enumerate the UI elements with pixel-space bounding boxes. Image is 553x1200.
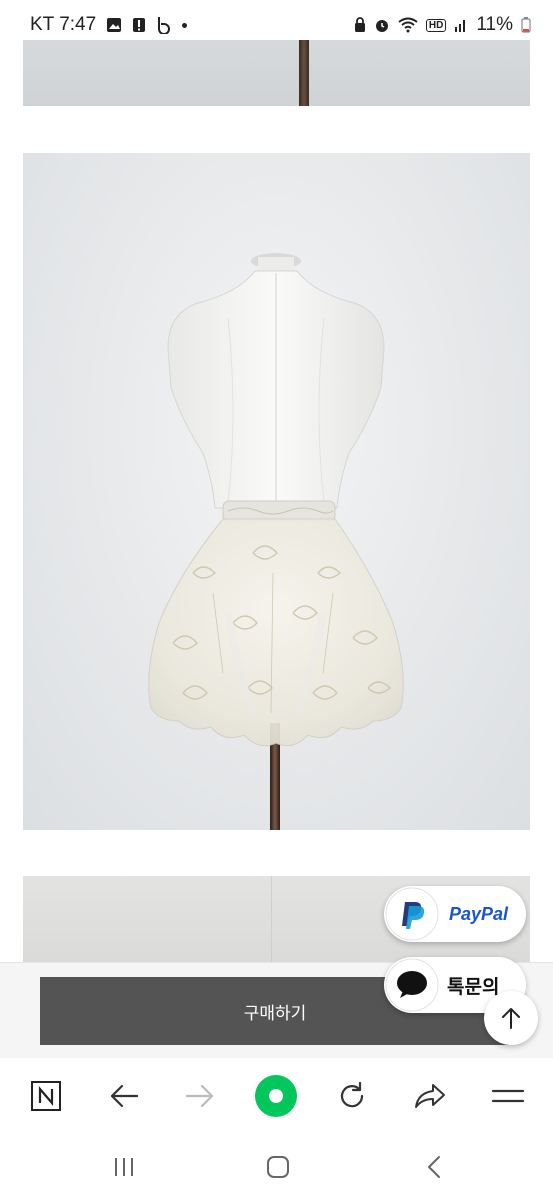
menu-icon — [491, 1089, 525, 1103]
battery-percent: 11% — [476, 14, 513, 35]
status-left: KT 7:47 — [30, 14, 188, 36]
mannequin-skirt-image — [148, 253, 404, 830]
gallery-icon — [107, 18, 122, 32]
green-dot-button[interactable] — [252, 1072, 300, 1120]
product-photo-top — [23, 40, 530, 106]
forward-button[interactable] — [176, 1072, 224, 1120]
status-right: HD 11% — [354, 14, 531, 36]
android-navigation-bar — [0, 1134, 553, 1200]
hd-badge: HD — [425, 18, 447, 32]
paypal-label: PayPal — [449, 903, 509, 924]
back-button[interactable] — [100, 1072, 148, 1120]
home-button[interactable] — [254, 1146, 302, 1188]
back-arrow-icon — [110, 1084, 139, 1108]
battery-icon — [521, 17, 531, 33]
browser-toolbar — [0, 1058, 553, 1134]
notification-dot-icon — [182, 22, 188, 28]
system-back-button[interactable] — [410, 1146, 458, 1188]
share-icon — [415, 1084, 445, 1108]
share-button[interactable] — [406, 1072, 454, 1120]
scroll-to-top-button[interactable] — [484, 991, 538, 1045]
alert-icon — [133, 18, 146, 32]
carrier-time: KT 7:47 — [30, 14, 97, 35]
buy-button-label: 구매하기 — [243, 1003, 307, 1023]
product-photo-main — [23, 153, 530, 830]
chat-bubble-icon — [385, 958, 439, 1012]
refresh-icon — [340, 1081, 364, 1108]
forward-arrow-icon — [185, 1084, 214, 1108]
menu-button[interactable] — [484, 1072, 532, 1120]
alarm-icon — [375, 20, 388, 32]
band-icon — [158, 17, 171, 34]
wifi-icon — [398, 17, 418, 33]
back-icon — [428, 1156, 440, 1178]
arrow-up-icon — [502, 1008, 520, 1029]
home-icon — [267, 1156, 289, 1178]
refresh-button[interactable] — [328, 1072, 376, 1120]
green-dot-icon — [255, 1075, 297, 1117]
recent-apps-button[interactable] — [100, 1146, 148, 1188]
naver-home-button[interactable] — [22, 1072, 70, 1120]
signal-icon — [455, 20, 466, 32]
recent-apps-icon — [115, 1158, 133, 1176]
lock-icon — [354, 17, 365, 32]
talk-inquiry-label: 톡문의 — [447, 976, 500, 998]
naver-home-icon — [31, 1081, 61, 1111]
paypal-button[interactable]: PayPal — [384, 886, 526, 942]
paypal-logo-icon — [385, 887, 439, 941]
